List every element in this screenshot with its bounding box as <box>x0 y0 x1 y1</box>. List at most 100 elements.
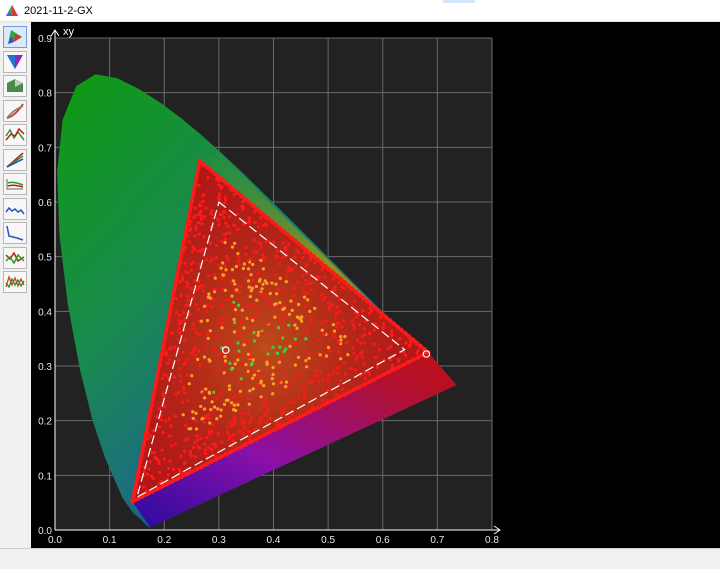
data-point <box>339 338 343 342</box>
edge-point <box>189 198 195 203</box>
edge-point <box>139 454 144 459</box>
data-point <box>199 214 203 218</box>
data-point <box>232 395 236 399</box>
data-point <box>204 448 208 452</box>
data-point <box>248 329 252 333</box>
data-point <box>192 215 196 220</box>
data-point <box>216 407 220 411</box>
x-tick-label: 0.4 <box>267 535 281 546</box>
data-point <box>179 293 183 297</box>
data-point <box>310 280 315 285</box>
edge-point <box>401 362 406 367</box>
data-point <box>192 295 196 299</box>
data-point <box>191 322 195 327</box>
data-point <box>182 310 186 315</box>
data-point <box>199 404 203 408</box>
edge-point <box>137 465 142 470</box>
x-tick-label: 0.7 <box>430 535 444 546</box>
data-point <box>259 245 263 249</box>
plot-area[interactable]: 0.0 0.1 0.2 0.3 0.4 0.5 0.6 0.7 0.8 0.0 0.1 0.2 0.3 0… <box>31 22 720 548</box>
edge-point <box>136 471 141 476</box>
edge-point <box>187 209 192 215</box>
data-point <box>249 257 253 261</box>
data-point <box>281 336 285 340</box>
data-point <box>237 303 241 307</box>
edge-point <box>238 444 244 450</box>
data-point <box>181 385 186 389</box>
data-point <box>296 355 301 359</box>
tone-curve-icon[interactable] <box>3 99 27 122</box>
gamut-cone-icon[interactable] <box>3 50 27 73</box>
data-point <box>292 293 296 297</box>
data-point <box>304 278 308 282</box>
data-point <box>326 388 330 392</box>
data-point <box>206 274 210 278</box>
gamut-3d-icon[interactable] <box>3 75 27 97</box>
spectrum-icon[interactable] <box>3 124 27 146</box>
data-point <box>308 309 312 313</box>
data-point <box>219 303 223 307</box>
rgb-balance-icon[interactable] <box>3 173 27 195</box>
edge-point <box>192 187 197 192</box>
data-point <box>232 300 236 304</box>
data-point <box>276 326 281 330</box>
data-point <box>226 430 230 435</box>
data-point <box>180 278 184 282</box>
edge-point <box>376 375 381 380</box>
data-point <box>224 221 228 225</box>
data-point <box>260 287 264 291</box>
data-point <box>363 376 367 380</box>
data-point <box>193 440 197 445</box>
edge-point <box>140 448 145 453</box>
data-point <box>397 358 401 362</box>
data-point <box>228 361 232 365</box>
data-point <box>219 266 223 270</box>
data-point <box>335 305 339 309</box>
data-point <box>209 408 213 412</box>
data-point <box>198 364 202 368</box>
axis-title: xy <box>63 26 75 38</box>
data-point <box>258 292 262 296</box>
data-point <box>310 404 315 409</box>
edge-point <box>337 394 342 400</box>
delta-e-icon[interactable] <box>3 197 27 220</box>
data-point <box>199 436 203 441</box>
data-point <box>261 256 265 260</box>
uniformity-icon[interactable] <box>3 271 27 293</box>
y-tick-label: 0.7 <box>38 143 52 154</box>
data-point <box>268 417 273 421</box>
luminance-icon[interactable] <box>3 222 27 244</box>
data-point <box>356 338 360 342</box>
data-point <box>321 378 325 382</box>
edge-point <box>248 439 253 445</box>
edge-point <box>228 449 234 454</box>
data-point <box>217 264 221 268</box>
y-tick-label: 0.4 <box>38 307 52 318</box>
data-point <box>189 219 193 224</box>
gray-balance-icon[interactable] <box>3 246 27 269</box>
data-point <box>169 424 173 428</box>
edge-point <box>288 235 294 240</box>
data-point <box>188 450 193 454</box>
data-point <box>215 417 219 421</box>
data-point <box>218 192 222 196</box>
rgb-curves-icon[interactable] <box>3 148 27 171</box>
edge-point <box>307 251 313 256</box>
edge-point <box>297 414 303 420</box>
data-point <box>204 309 209 314</box>
cie-xy-chart[interactable]: 0.0 0.1 0.2 0.3 0.4 0.5 0.6 0.7 0.80.00.10.20.30… <box>31 22 720 548</box>
data-point <box>327 373 331 377</box>
data-point <box>236 403 240 407</box>
data-point <box>179 380 183 384</box>
cie-xy-diagram-icon[interactable] <box>3 26 27 48</box>
data-point <box>293 363 297 367</box>
data-point <box>301 274 305 278</box>
spectrum-icon-glyph <box>5 127 25 141</box>
data-point <box>289 299 293 303</box>
data-point <box>168 434 172 438</box>
edge-point <box>170 295 176 300</box>
data-point <box>287 312 291 316</box>
data-point <box>335 371 340 375</box>
edge-point <box>395 324 400 329</box>
data-point <box>223 201 227 205</box>
